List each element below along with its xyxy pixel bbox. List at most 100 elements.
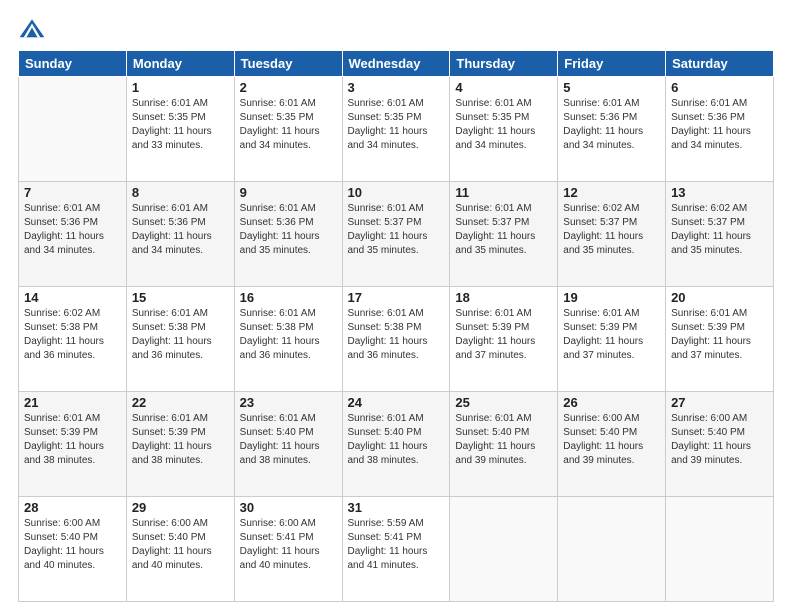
day-cell: 26 Sunrise: 6:00 AM Sunset: 5:40 PM Dayli… [558,392,666,497]
day-number: 16 [240,290,337,305]
day-info: Sunrise: 6:01 AM Sunset: 5:36 PM Dayligh… [24,202,121,258]
day-number: 23 [240,395,337,410]
day-info: Sunrise: 6:01 AM Sunset: 5:39 PM Dayligh… [24,412,121,468]
day-cell: 12 Sunrise: 6:02 AM Sunset: 5:37 PM Dayli… [558,182,666,287]
day-info: Sunrise: 6:01 AM Sunset: 5:36 PM Dayligh… [132,202,229,258]
col-header-wednesday: Wednesday [342,51,450,77]
day-cell: 5 Sunrise: 6:01 AM Sunset: 5:36 PM Daylig… [558,77,666,182]
day-number: 14 [24,290,121,305]
week-row-4: 21 Sunrise: 6:01 AM Sunset: 5:39 PM Dayli… [19,392,774,497]
day-info: Sunrise: 6:01 AM Sunset: 5:38 PM Dayligh… [132,307,229,363]
day-cell: 11 Sunrise: 6:01 AM Sunset: 5:37 PM Dayli… [450,182,558,287]
day-number: 2 [240,80,337,95]
day-number: 12 [563,185,660,200]
day-cell: 1 Sunrise: 6:01 AM Sunset: 5:35 PM Daylig… [126,77,234,182]
day-info: Sunrise: 6:01 AM Sunset: 5:36 PM Dayligh… [563,97,660,153]
day-cell: 13Sunrise: 6:02 AM Sunset: 5:37 PM Dayli… [666,182,774,287]
day-info: Sunrise: 6:02 AM Sunset: 5:38 PM Dayligh… [24,307,121,363]
week-row-1: 1 Sunrise: 6:01 AM Sunset: 5:35 PM Daylig… [19,77,774,182]
day-cell: 9 Sunrise: 6:01 AM Sunset: 5:36 PM Daylig… [234,182,342,287]
col-header-sunday: Sunday [19,51,127,77]
header-row: SundayMondayTuesdayWednesdayThursdayFrid… [19,51,774,77]
day-cell: 28 Sunrise: 6:00 AM Sunset: 5:40 PM Dayli… [19,497,127,602]
day-info: Sunrise: 6:01 AM Sunset: 5:39 PM Dayligh… [671,307,768,363]
day-cell [558,497,666,602]
day-info: Sunrise: 6:01 AM Sunset: 5:35 PM Dayligh… [455,97,552,153]
day-number: 27 [671,395,768,410]
day-number: 22 [132,395,229,410]
day-number: 6 [671,80,768,95]
day-cell: 3 Sunrise: 6:01 AM Sunset: 5:35 PM Daylig… [342,77,450,182]
week-row-2: 7 Sunrise: 6:01 AM Sunset: 5:36 PM Daylig… [19,182,774,287]
week-row-5: 28 Sunrise: 6:00 AM Sunset: 5:40 PM Dayli… [19,497,774,602]
day-cell: 22 Sunrise: 6:01 AM Sunset: 5:39 PM Dayli… [126,392,234,497]
day-info: Sunrise: 6:01 AM Sunset: 5:37 PM Dayligh… [455,202,552,258]
day-info: Sunrise: 6:01 AM Sunset: 5:36 PM Dayligh… [671,97,768,153]
day-info: Sunrise: 6:01 AM Sunset: 5:39 PM Dayligh… [563,307,660,363]
day-number: 17 [348,290,445,305]
day-cell: 30Sunrise: 6:00 AM Sunset: 5:41 PM Dayli… [234,497,342,602]
header [18,18,774,40]
day-info: Sunrise: 6:01 AM Sunset: 5:40 PM Dayligh… [348,412,445,468]
day-info: Sunrise: 6:01 AM Sunset: 5:35 PM Dayligh… [132,97,229,153]
day-cell: 14 Sunrise: 6:02 AM Sunset: 5:38 PM Dayli… [19,287,127,392]
logo [18,18,50,40]
day-cell [666,497,774,602]
day-number: 28 [24,500,121,515]
col-header-thursday: Thursday [450,51,558,77]
day-number: 31 [348,500,445,515]
day-info: Sunrise: 6:00 AM Sunset: 5:40 PM Dayligh… [563,412,660,468]
day-cell [450,497,558,602]
day-number: 3 [348,80,445,95]
day-number: 5 [563,80,660,95]
day-cell: 29Sunrise: 6:00 AM Sunset: 5:40 PM Dayli… [126,497,234,602]
col-header-friday: Friday [558,51,666,77]
day-info: Sunrise: 6:01 AM Sunset: 5:40 PM Dayligh… [240,412,337,468]
day-info: Sunrise: 6:00 AM Sunset: 5:40 PM Dayligh… [671,412,768,468]
day-info: Sunrise: 6:01 AM Sunset: 5:38 PM Dayligh… [348,307,445,363]
page: SundayMondayTuesdayWednesdayThursdayFrid… [0,0,792,612]
day-number: 11 [455,185,552,200]
day-number: 21 [24,395,121,410]
day-number: 20 [671,290,768,305]
day-number: 30 [240,500,337,515]
day-cell: 21 Sunrise: 6:01 AM Sunset: 5:39 PM Dayli… [19,392,127,497]
day-info: Sunrise: 6:01 AM Sunset: 5:35 PM Dayligh… [348,97,445,153]
day-info: Sunrise: 6:01 AM Sunset: 5:35 PM Dayligh… [240,97,337,153]
calendar-table: SundayMondayTuesdayWednesdayThursdayFrid… [18,50,774,602]
day-number: 9 [240,185,337,200]
day-cell: 27 Sunrise: 6:00 AM Sunset: 5:40 PM Dayli… [666,392,774,497]
col-header-monday: Monday [126,51,234,77]
week-row-3: 14 Sunrise: 6:02 AM Sunset: 5:38 PM Dayli… [19,287,774,392]
day-cell: 10 Sunrise: 6:01 AM Sunset: 5:37 PM Dayli… [342,182,450,287]
day-number: 15 [132,290,229,305]
day-cell: 24 Sunrise: 6:01 AM Sunset: 5:40 PM Dayli… [342,392,450,497]
day-info: Sunrise: 5:59 AM Sunset: 5:41 PM Dayligh… [348,517,445,573]
day-number: 10 [348,185,445,200]
day-cell: 31 Sunrise: 5:59 AM Sunset: 5:41 PM Dayli… [342,497,450,602]
day-cell: 2 Sunrise: 6:01 AM Sunset: 5:35 PM Daylig… [234,77,342,182]
day-info: Sunrise: 6:01 AM Sunset: 5:39 PM Dayligh… [132,412,229,468]
day-number: 1 [132,80,229,95]
day-number: 8 [132,185,229,200]
day-info: Sunrise: 6:02 AM Sunset: 5:37 PM Dayligh… [563,202,660,258]
day-cell: 19Sunrise: 6:01 AM Sunset: 5:39 PM Dayli… [558,287,666,392]
day-cell: 23 Sunrise: 6:01 AM Sunset: 5:40 PM Dayli… [234,392,342,497]
day-cell: 16 Sunrise: 6:01 AM Sunset: 5:38 PM Dayli… [234,287,342,392]
day-info: Sunrise: 6:01 AM Sunset: 5:37 PM Dayligh… [348,202,445,258]
day-cell: 18Sunrise: 6:01 AM Sunset: 5:39 PM Dayli… [450,287,558,392]
day-info: Sunrise: 6:01 AM Sunset: 5:36 PM Dayligh… [240,202,337,258]
day-number: 13 [671,185,768,200]
day-info: Sunrise: 6:01 AM Sunset: 5:40 PM Dayligh… [455,412,552,468]
logo-icon [18,18,46,40]
day-number: 29 [132,500,229,515]
day-info: Sunrise: 6:01 AM Sunset: 5:38 PM Dayligh… [240,307,337,363]
day-cell: 6 Sunrise: 6:01 AM Sunset: 5:36 PM Daylig… [666,77,774,182]
day-number: 7 [24,185,121,200]
day-info: Sunrise: 6:00 AM Sunset: 5:40 PM Dayligh… [24,517,121,573]
day-number: 24 [348,395,445,410]
day-cell: 8 Sunrise: 6:01 AM Sunset: 5:36 PM Daylig… [126,182,234,287]
day-info: Sunrise: 6:01 AM Sunset: 5:39 PM Dayligh… [455,307,552,363]
day-cell [19,77,127,182]
day-number: 26 [563,395,660,410]
